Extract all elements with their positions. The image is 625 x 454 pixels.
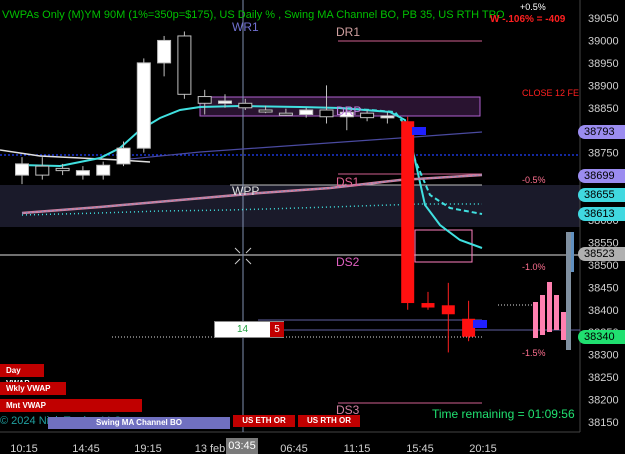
dr1-label: DR1 [336, 25, 360, 39]
candle-body [35, 165, 50, 176]
day-vwap-button[interactable]: Day VWAP [0, 364, 44, 388]
crosshair-time-label: 03:45 [226, 438, 258, 454]
pct-label-1-5: -1.5% [522, 348, 546, 358]
pct-label-0-5: -0.5% [522, 175, 546, 185]
y-tick-label: 39000 [588, 35, 619, 47]
y-tick-label: 38400 [588, 305, 619, 317]
y-tick-label: 38500 [588, 260, 619, 272]
drp-label: DRP [336, 104, 361, 118]
price-tag-38655: 38655 [578, 188, 625, 202]
x-tick-label: 06:45 [280, 443, 308, 454]
x-tick-label: 20:15 [469, 443, 497, 454]
x-tick-label: 13 feb [195, 443, 226, 454]
volume-marker [473, 320, 487, 328]
y-tick-label: 38200 [588, 395, 619, 407]
candle-body [218, 100, 232, 104]
us-rth-or-button[interactable]: US RTH OR [298, 415, 360, 427]
candle-body [197, 96, 212, 104]
signal-box-right: 5 [270, 322, 284, 337]
candle-body [157, 39, 172, 64]
wpp-label: WPP [232, 184, 259, 198]
candle-body [238, 102, 253, 109]
candle-body [258, 109, 273, 113]
y-tick-label: 38250 [588, 372, 619, 384]
y-tick-label: 38450 [588, 282, 619, 294]
monthly-vwap-button[interactable]: Mnt VWAP [0, 399, 142, 412]
candle-body [15, 163, 29, 176]
pnl-label: W -.106% = -409 [490, 14, 566, 25]
price-tag-38699: 38699 [578, 169, 625, 183]
x-tick-label: 10:15 [10, 443, 38, 454]
swing-ma-channel-button[interactable]: Swing MA Channel BO [48, 417, 230, 429]
tpo-bar-blue [571, 232, 574, 272]
y-tick-label: 39050 [588, 13, 619, 25]
weekly-vwap-button[interactable]: Wkly VWAP [0, 382, 66, 395]
tpo-bar [547, 282, 552, 332]
top-right-percent: +0.5% [520, 2, 546, 12]
candle-body [75, 170, 90, 176]
candle-body [401, 121, 415, 304]
price-tag-38613: 38613 [578, 207, 625, 221]
price-tag-38340: 38340 [578, 330, 625, 344]
tpo-bar [540, 295, 545, 335]
x-tick-label: 19:15 [134, 443, 162, 454]
signal-box: 14 5 [214, 321, 284, 338]
candle-body [380, 115, 395, 119]
volume-marker [412, 127, 426, 135]
tpo-bar [533, 302, 538, 338]
candle-body [421, 303, 435, 308]
x-tick-label: 11:15 [344, 443, 371, 454]
ds1-label: DS1 [336, 175, 360, 189]
y-tick-label: 38950 [588, 58, 619, 70]
us-eth-or-button[interactable]: US ETH OR [233, 415, 295, 427]
ds2-label: DS2 [336, 255, 360, 269]
y-tick-label: 38850 [588, 103, 619, 115]
close-label: CLOSE 12 FE [522, 88, 579, 98]
signal-box-left: 14 [236, 324, 249, 335]
candle-body [278, 112, 293, 116]
candle-body [360, 112, 375, 119]
y-tick-label: 38300 [588, 350, 619, 362]
tpo-bar-gray [566, 232, 571, 350]
tpo-bar [561, 312, 566, 340]
x-tick-label: 15:45 [406, 443, 434, 454]
y-tick-label: 38750 [588, 148, 619, 160]
price-tag-38793: 38793 [578, 125, 625, 139]
y-tick-label: 38150 [588, 417, 619, 429]
x-tick-label: 14:45 [72, 443, 100, 454]
time-remaining: Time remaining = 01:09:56 [432, 407, 575, 421]
candle-body [177, 35, 192, 95]
candle-body [55, 167, 70, 172]
pct-label-1-0: -1.0% [522, 262, 546, 272]
candle-body [319, 109, 334, 118]
wr1-label: WR1 [232, 20, 259, 34]
tpo-bar [554, 295, 559, 330]
candle-body [441, 305, 455, 315]
candle-body [299, 109, 314, 116]
candle-body [96, 164, 111, 176]
candle-body [136, 62, 151, 149]
y-tick-label: 38900 [588, 80, 619, 92]
price-chart[interactable]: 3905039000389503890038850388003875038700… [0, 0, 625, 454]
candle-body [116, 147, 131, 165]
price-tag-38523: 38523 [578, 247, 625, 261]
